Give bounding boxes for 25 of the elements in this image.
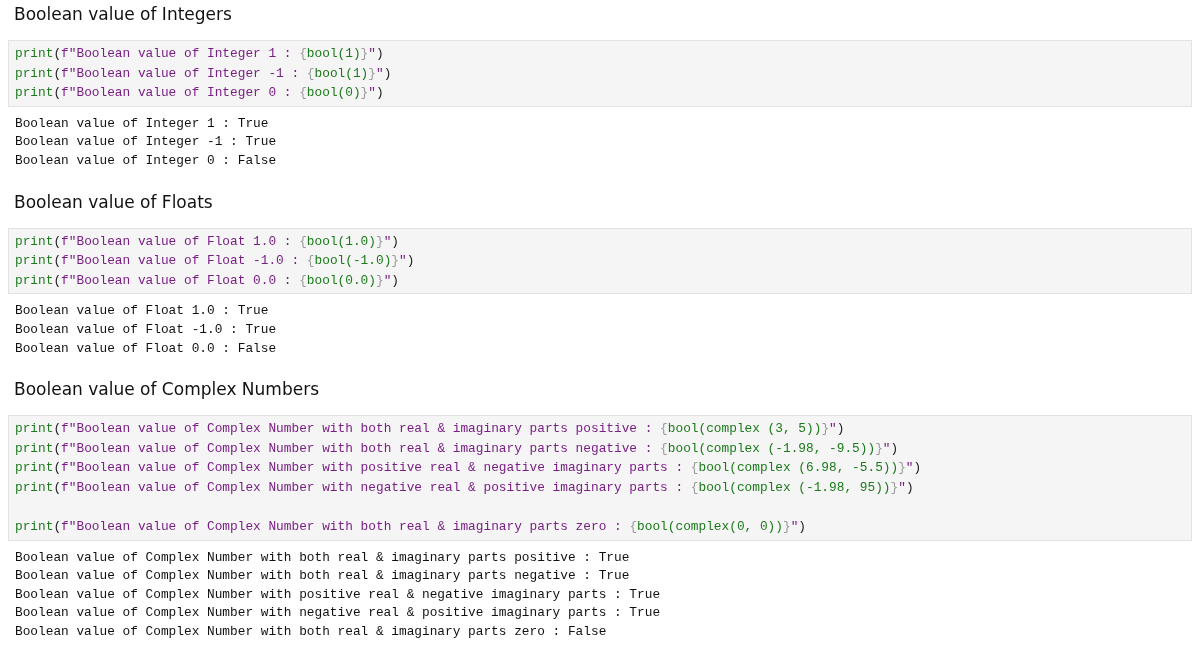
code-line: print(f"Boolean value of Integer -1 : {bool(1)}") — [15, 64, 392, 83]
output-line: Boolean value of Complex Number with both real & imaginary parts positive : True — [15, 548, 630, 567]
output-line: Boolean value of Complex Number with negative real & positive imaginary parts : True — [15, 604, 661, 623]
code-line: print(f"Boolean value of Complex Number with both real & imaginary parts zero : {bool(complex(0, 0))}") — [15, 518, 807, 537]
code-line: print(f"Boolean value of Integer 1 : {bool(1)}") — [15, 45, 384, 63]
section-heading: Boolean value of Integers — [14, 3, 233, 26]
output-line: Boolean value of Integer -1 : True — [15, 133, 277, 152]
output-line: Boolean value of Integer 0 : False — [15, 151, 277, 170]
code-line: print(f"Boolean value of Float 1.0 : {bool(1.0)}") — [15, 232, 400, 251]
code-line: print(f"Boolean value of Float 0.0 : {bool(0.0)}") — [15, 271, 400, 290]
output-line: Boolean value of Complex Number with positive real & negative imaginary parts : True — [15, 585, 661, 604]
section-heading: Boolean value of Complex Numbers — [14, 378, 320, 402]
code-line: print(f"Boolean value of Complex Number with negative real & positive imaginary parts : {bool(complex (-1.98, 95))}") — [15, 478, 914, 497]
section-heading: Boolean value of Floats — [14, 190, 214, 214]
code-line: print(f"Boolean value of Float -1.0 : {bool(-1.0)}") — [15, 252, 415, 271]
code-line: print(f"Boolean value of Integer 0 : {bool(0)}") — [15, 84, 384, 103]
output-line: Boolean value of Float 0.0 : False — [15, 339, 277, 358]
code-line: print(f"Boolean value of Complex Number with both real & imaginary parts positive : {bool(complex (3, 5))}") — [15, 420, 845, 439]
code-line: print(f"Boolean value of Complex Number with both real & imaginary parts negative : {bool(complex (-1.98, -9.5))}") — [15, 439, 899, 458]
output-line: Boolean value of Float 1.0 : True — [15, 302, 269, 321]
output-line: Boolean value of Complex Number with both real & imaginary parts negative : True — [15, 567, 630, 586]
output-line: Boolean value of Float -1.0 : True — [15, 320, 277, 339]
output-line: Boolean value of Complex Number with both real & imaginary parts zero : False — [15, 623, 607, 642]
output-line: Boolean value of Integer 1 : True — [15, 114, 269, 133]
code-line: print(f"Boolean value of Complex Number with positive real & negative imaginary parts : {bool(complex (6.98, -5.5))}") — [15, 459, 922, 478]
